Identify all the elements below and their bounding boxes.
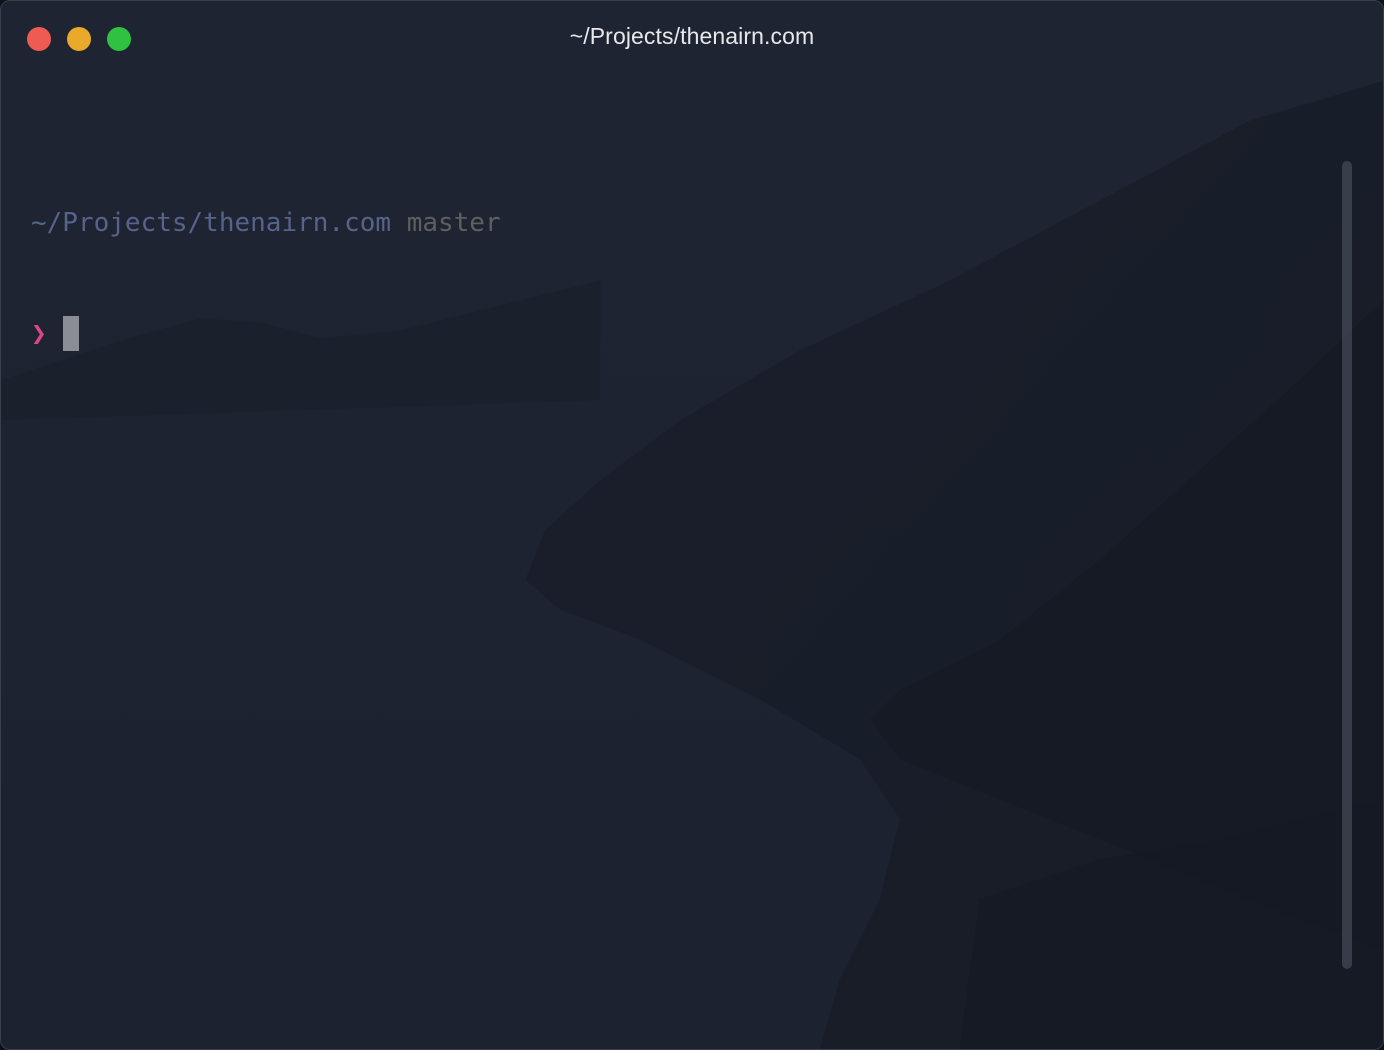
git-branch: master <box>406 208 501 238</box>
title-bar[interactable]: ~/Projects/thenairn.com <box>1 1 1383 77</box>
terminal-window: ~/Projects/thenairn.com ~/Projects/thena… <box>0 0 1384 1050</box>
prompt-symbol: ❯ <box>31 319 47 349</box>
window-title: ~/Projects/thenairn.com <box>569 23 815 49</box>
prompt-input-line[interactable]: ❯ <box>31 316 501 353</box>
prompt-info-line: ~/Projects/thenairn.com master <box>31 205 501 242</box>
scrollbar[interactable] <box>1342 161 1352 969</box>
text-cursor <box>62 316 79 351</box>
current-directory: ~/Projects/thenairn.com <box>31 208 392 238</box>
terminal-content[interactable]: ~/Projects/thenairn.com master ❯ <box>31 131 501 427</box>
